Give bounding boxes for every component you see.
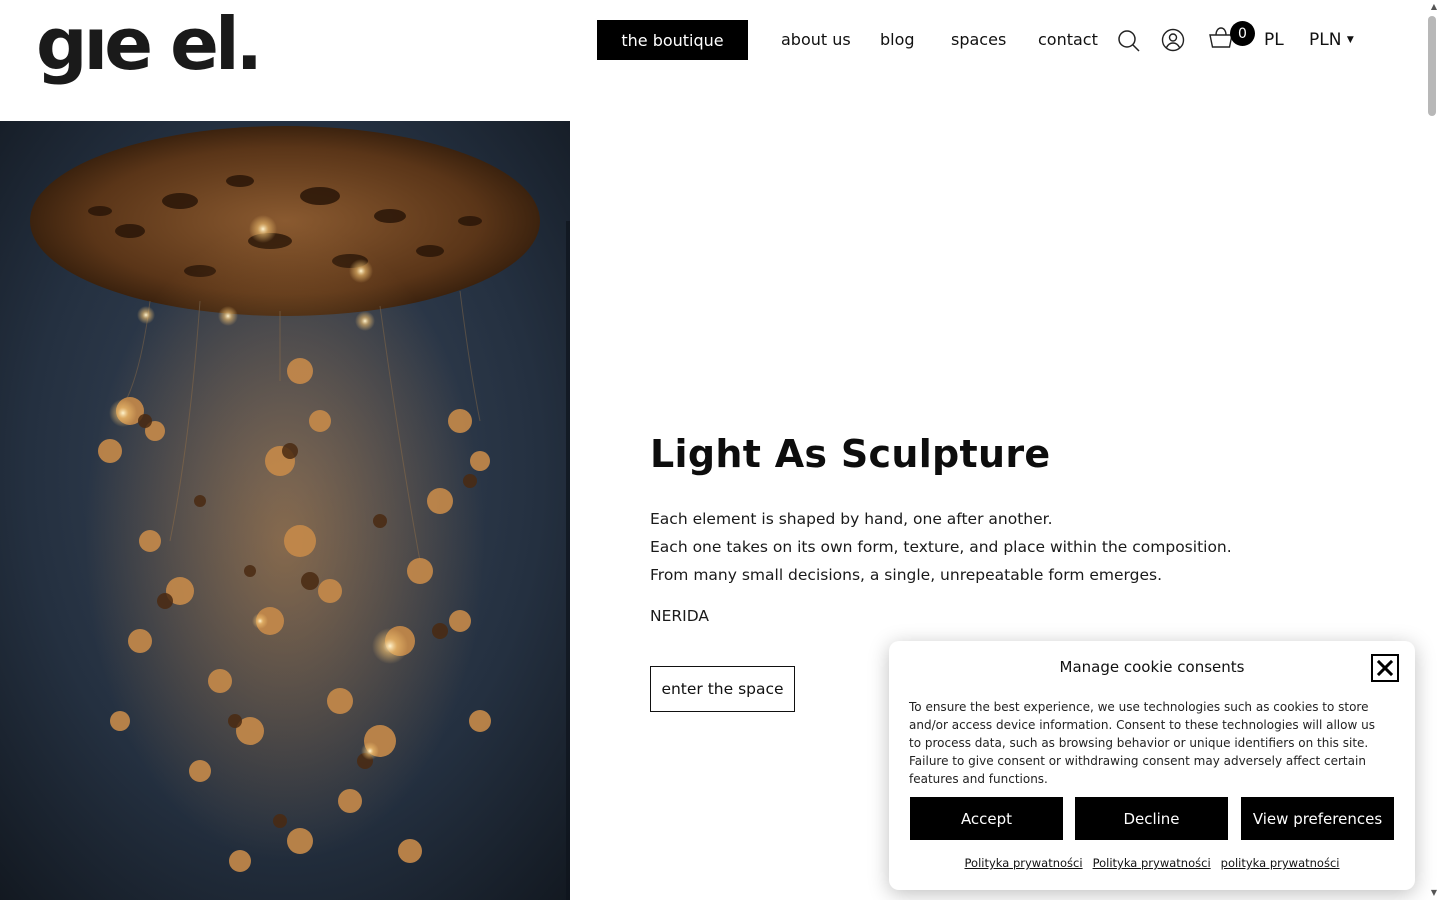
caret-down-icon: ▼ (1346, 35, 1354, 45)
nav-link-about-us[interactable]: about us (781, 30, 851, 49)
scroll-down-arrow-icon[interactable]: ▼ (1431, 888, 1437, 897)
nav-the-boutique-button[interactable]: the boutique (597, 20, 748, 60)
hero-chandelier-image (0, 121, 570, 900)
main-nav: the boutique (597, 20, 748, 60)
privacy-policy-link[interactable]: polityka prywatności (1221, 856, 1340, 870)
cart-count-badge: 0 (1230, 21, 1255, 46)
hero-description-line: Each element is shaped by hand, one afte… (650, 510, 1053, 528)
currency-label: PLN (1309, 30, 1342, 50)
hero-description-line: From many small decisions, a single, unr… (650, 566, 1163, 584)
close-icon[interactable] (1371, 654, 1399, 682)
nav-link-blog[interactable]: blog (880, 30, 915, 49)
user-icon[interactable] (1161, 28, 1185, 56)
cookie-dialog-title: Manage cookie consents (1059, 658, 1245, 676)
accept-button[interactable]: Accept (910, 797, 1063, 840)
currency-selector[interactable]: PLN ▼ (1309, 30, 1354, 50)
privacy-policy-link[interactable]: Polityka prywatności (1093, 856, 1211, 870)
cookie-policy-links: Polityka prywatności Polityka prywatnośc… (889, 856, 1415, 870)
language-switcher[interactable]: PL (1264, 30, 1284, 50)
view-preferences-button[interactable]: View preferences (1241, 797, 1394, 840)
enter-the-space-button[interactable]: enter the space (650, 666, 795, 712)
scroll-up-arrow-icon[interactable]: ▲ (1431, 2, 1437, 11)
brand-logo[interactable]: gıe el. (36, 4, 263, 84)
cookie-consent-dialog: Manage cookie consents To ensure the bes… (889, 641, 1415, 890)
nav-link-spaces[interactable]: spaces (951, 30, 1006, 49)
hero-title: Light As Sculpture (650, 432, 1051, 476)
nav-link-contact[interactable]: contact (1038, 30, 1098, 49)
page-scrollbar[interactable]: ▲ ▼ (1425, 0, 1440, 900)
hero-collection-tag: NERIDA (650, 607, 709, 625)
privacy-policy-link[interactable]: Polityka prywatności (965, 856, 1083, 870)
search-icon[interactable] (1117, 29, 1141, 57)
hero-description-line: Each one takes on its own form, texture,… (650, 538, 1232, 556)
scrollbar-thumb[interactable] (1428, 16, 1436, 116)
decline-button[interactable]: Decline (1075, 797, 1228, 840)
cookie-dialog-text: To ensure the best experience, we use te… (909, 700, 1375, 786)
